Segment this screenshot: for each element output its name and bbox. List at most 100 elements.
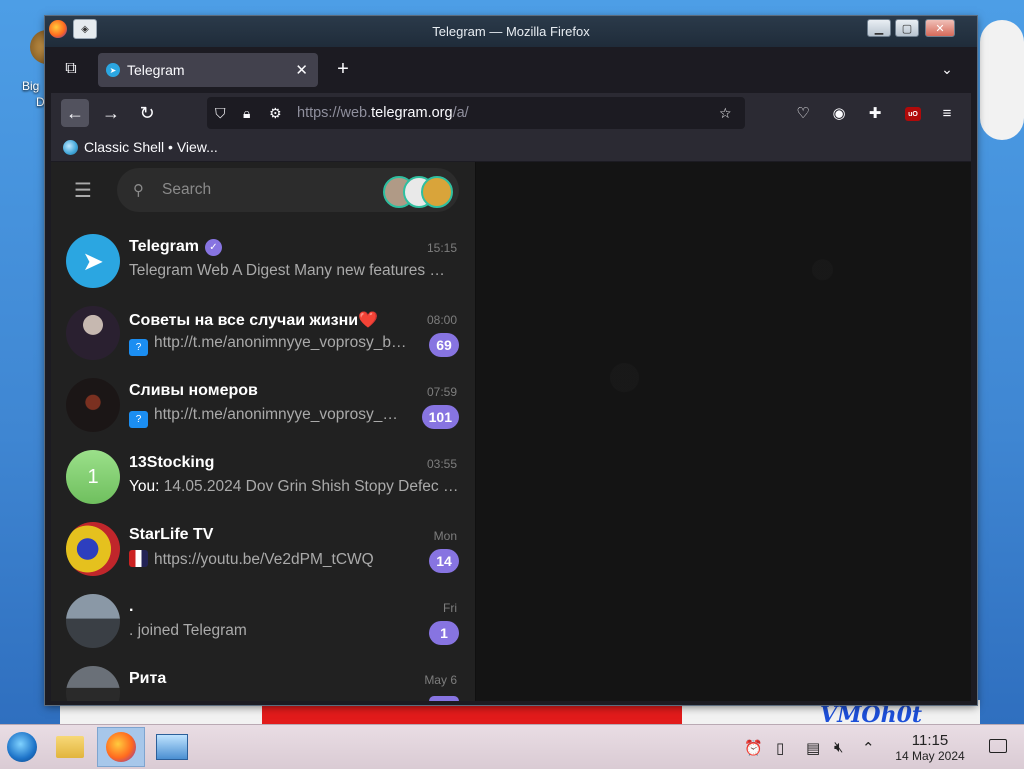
navigation-toolbar: ← → ↻ ⛉ 🔒︎ ⚙ https://web.telegram.org/a/… <box>51 93 971 133</box>
chat-name: 13Stocking <box>129 454 215 471</box>
chevron-up-icon[interactable]: ⌃ <box>862 739 875 757</box>
chat-preview: You: 14.05.2024 Dov Grin Shish Stopy Def… <box>129 478 459 496</box>
chat-list-panel: ☰ ⚲ Search ➤ Telegram ✓ 15:15 Telegram We… <box>51 162 476 701</box>
chat-name: StarLife TV <box>129 526 214 543</box>
bookmark-star-icon[interactable]: ☆ <box>719 105 732 122</box>
clock-date: 14 May 2024 <box>895 749 965 763</box>
chat-list-item[interactable]: 1 13Stocking 03:55 You: 14.05.2024 Dov G… <box>51 440 475 512</box>
chat-list-header: ☰ ⚲ Search <box>51 162 475 218</box>
bookmark-item[interactable]: Classic Shell • View... <box>63 139 218 155</box>
folder-icon <box>56 736 84 758</box>
bookmark-label: Classic Shell • View... <box>84 139 218 155</box>
close-window-button[interactable]: ✕ <box>925 19 955 37</box>
reload-button[interactable]: ↻ <box>133 99 161 127</box>
pocket-icon[interactable]: ♡ <box>791 101 815 125</box>
bookmarks-toolbar: Classic Shell • View... <box>51 133 971 161</box>
tab-close-icon[interactable]: ✕ <box>295 61 308 79</box>
chat-name: Советы на все случаи жизни❤️ <box>129 312 379 329</box>
unread-badge: 14 <box>429 549 459 573</box>
ublock-icon[interactable]: uO <box>905 107 921 121</box>
firefox-icon <box>106 732 136 762</box>
window-titlebar[interactable]: ◈ Telegram — Mozilla Firefox ▁ ▢ ✕ <box>45 16 977 47</box>
maximize-button[interactable]: ▢ <box>895 19 919 37</box>
forward-button[interactable]: → <box>97 99 125 127</box>
chat-time: Fri <box>443 601 457 615</box>
clock[interactable]: 11:15 14 May 2024 <box>884 732 976 764</box>
alarm-icon[interactable]: ⏰ <box>744 739 763 757</box>
start-button[interactable] <box>4 729 40 765</box>
chat-list-item[interactable]: . Fri . joined Telegram 1 <box>51 584 475 656</box>
list-all-tabs-chevron-icon[interactable]: ⌄ <box>935 57 959 81</box>
chat-time: 07:59 <box>426 385 457 399</box>
taskbar-control-panel[interactable] <box>154 729 190 765</box>
tab-list-icon[interactable]: ⧉ <box>59 57 83 81</box>
url-suffix: /a/ <box>452 105 469 121</box>
tab-telegram[interactable]: ➤ Telegram ✕ <box>98 53 318 87</box>
verified-icon: ✓ <box>204 238 222 256</box>
unread-badge <box>429 696 459 701</box>
telegram-favicon-icon: ➤ <box>106 63 120 77</box>
link-thumbnail-icon: ? <box>129 411 148 428</box>
chat-name: Рита <box>129 670 167 687</box>
story-avatar[interactable] <box>421 176 453 208</box>
new-tab-button[interactable]: + <box>331 57 355 81</box>
chat-name-text: Telegram <box>129 238 199 255</box>
chat-time: 03:55 <box>426 457 457 471</box>
search-placeholder: Search <box>162 181 212 198</box>
app-menu-icon[interactable]: ≡ <box>935 101 959 125</box>
extensions-icon[interactable]: ✚ <box>863 101 887 125</box>
tab-label: Telegram <box>127 62 185 78</box>
chat-preview-text: 14.05.2024 Dov Grin Shish Stopy Defec … <box>163 478 459 495</box>
clipboard-icon[interactable]: ▤ <box>806 739 820 757</box>
chat-preview-text: http://t.me/anonimnyye_voprosy_bo… <box>154 334 409 351</box>
chat-preview: . joined Telegram <box>129 622 247 639</box>
avatar <box>66 378 120 432</box>
chat-preview-text: http://t.me/anonimnyye_voprosy_b… <box>154 406 399 423</box>
chat-time: May 6 <box>424 673 457 687</box>
chat-list-item[interactable]: Сливы номеров 07:59 ? http://t.me/anonimn… <box>51 368 475 440</box>
minimize-button[interactable]: ▁ <box>867 19 891 37</box>
link-thumbnail-icon <box>129 550 148 567</box>
show-desktop-icon[interactable] <box>989 739 1007 753</box>
device-icon[interactable]: ▯ <box>776 739 784 757</box>
stories-ribbon[interactable] <box>383 176 453 208</box>
lock-icon[interactable]: 🔒︎ <box>243 105 250 122</box>
chat-name: . <box>129 598 134 615</box>
chat-preview: https://youtu.be/Ve2dPM_tCWQ <box>129 550 409 569</box>
taskbar: ⏰ ▯ ▤ 🔇︎ ⌃ 11:15 14 May 2024 <box>0 724 1024 769</box>
firefox-window: ◈ Telegram — Mozilla Firefox ▁ ▢ ✕ ⧉ ➤ T… <box>45 16 977 705</box>
address-bar[interactable]: ⛉ 🔒︎ ⚙ https://web.telegram.org/a/ ☆ <box>207 97 745 129</box>
url-text[interactable]: https://web.telegram.org/a/ <box>297 105 469 121</box>
wallpaper-shape <box>980 20 1024 140</box>
search-input[interactable]: ⚲ Search <box>117 168 459 212</box>
window-title: Telegram — Mozilla Firefox <box>432 24 590 39</box>
chat-preview: ? http://t.me/anonimnyye_voprosy_bo… <box>129 334 409 356</box>
chat-list-item[interactable]: ➤ Telegram ✓ 15:15 Telegram Web A Digest … <box>51 224 475 296</box>
chat-name: Сливы номеров <box>129 382 258 399</box>
chat-time: Mon <box>433 529 457 543</box>
chat-preview: Telegram Web A Digest Many new features … <box>129 262 445 279</box>
menu-hamburger-icon[interactable]: ☰ <box>71 178 95 202</box>
account-icon[interactable]: ◉ <box>827 101 851 125</box>
tab-strip: ⧉ ➤ Telegram ✕ + ⌄ <box>51 49 971 91</box>
clock-time: 11:15 <box>911 732 949 749</box>
avatar <box>66 522 120 576</box>
back-button[interactable]: ← <box>61 99 89 127</box>
chat-time: 08:00 <box>426 313 457 327</box>
chat-list-item[interactable]: StarLife TV Mon https://youtu.be/Ve2dPM_… <box>51 512 475 584</box>
taskbar-file-manager[interactable] <box>52 729 88 765</box>
chat-preview: ? http://t.me/anonimnyye_voprosy_b… <box>129 406 399 428</box>
taskbar-firefox[interactable] <box>97 727 145 767</box>
avatar: ➤ <box>66 234 120 288</box>
shield-icon[interactable]: ⛉ <box>215 105 226 122</box>
chat-preview-text: https://youtu.be/Ve2dPM_tCWQ <box>154 551 374 568</box>
permissions-icon[interactable]: ⚙ <box>269 105 282 122</box>
link-thumbnail-icon: ? <box>129 339 148 356</box>
chat-list-item[interactable]: Советы на все случаи жизни❤️ 08:00 ? http… <box>51 296 475 368</box>
unread-badge: 101 <box>421 405 459 429</box>
chat-time: 15:15 <box>426 241 457 255</box>
chat-list-item[interactable]: Рита May 6 <box>51 656 475 701</box>
unread-badge: 69 <box>429 333 459 357</box>
url-domain: telegram.org <box>371 105 453 121</box>
volume-muted-icon[interactable]: 🔇︎ <box>834 739 843 756</box>
